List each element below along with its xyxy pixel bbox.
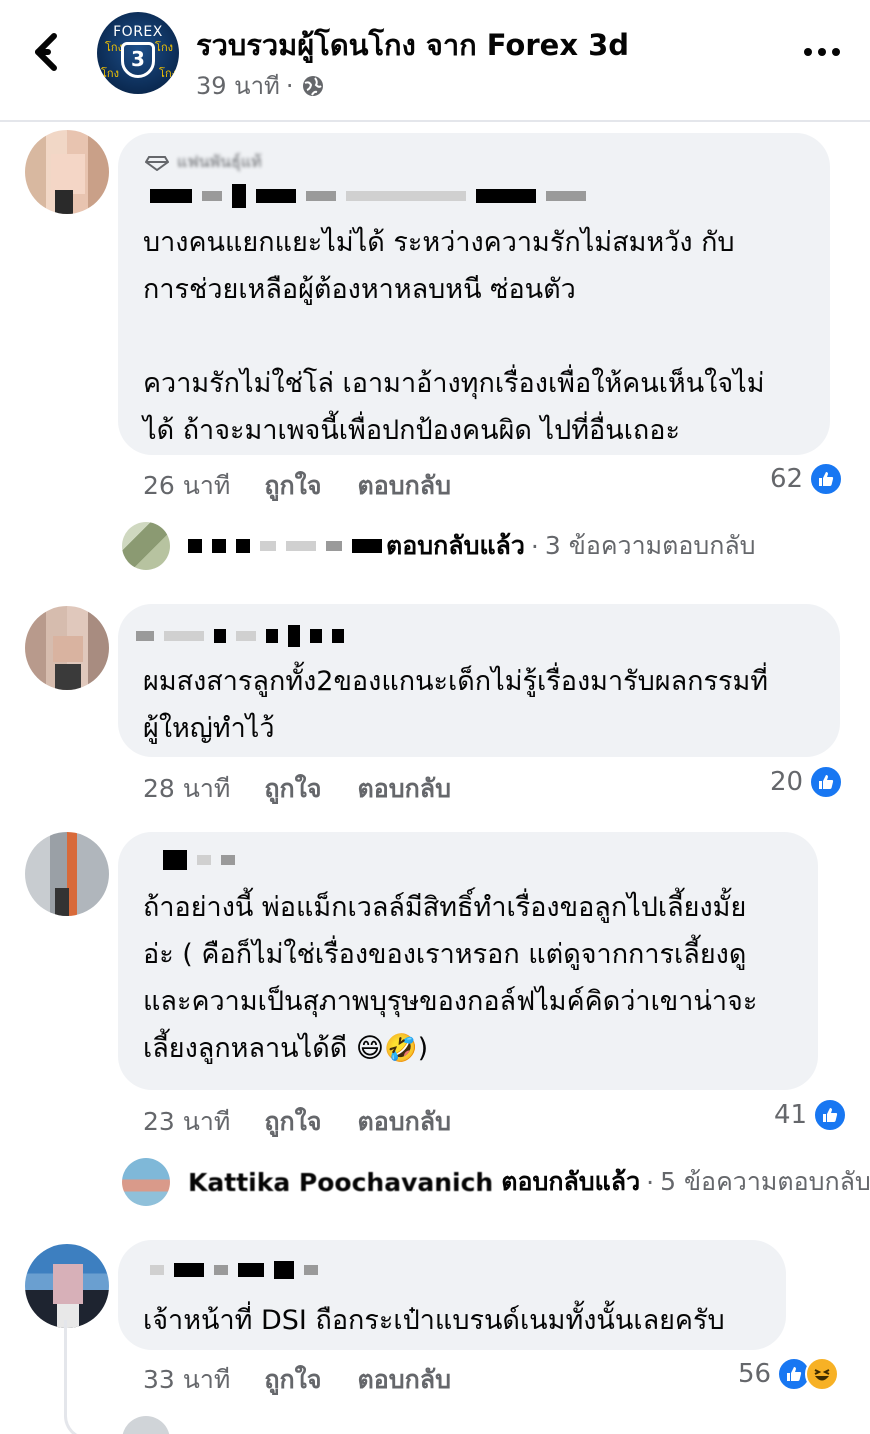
replier-avatar [122, 522, 170, 570]
post-time[interactable]: 39 นาที [196, 66, 280, 105]
reaction-summary[interactable]: 20 [770, 765, 844, 799]
commenter-name-redacted[interactable] [150, 1261, 318, 1279]
comment-time[interactable]: 28 นาที [143, 769, 230, 809]
avatar-tag: โกง [159, 67, 177, 80]
like-button[interactable]: ถูกใจ [264, 466, 321, 506]
reaction-summary[interactable]: 41 [774, 1098, 848, 1132]
separator: · [646, 1167, 655, 1197]
more-icon[interactable] [800, 38, 844, 64]
comment-text: ผมสงสารลูกทั้ง2ของแกนะเด็กไม่รู้เรื่องมา… [143, 666, 769, 744]
commenter-name-redacted[interactable] [136, 625, 344, 647]
comment-text: เจ้าหน้าที่ DSI ถือกระเป๋าแบรนด์เนมทั้งน… [143, 1305, 725, 1336]
post-header: FOREX โกง โกง โกง โกง 3 รวบรวมผู้โดนโกง … [0, 0, 870, 122]
comment-time[interactable]: 33 นาที [143, 1360, 230, 1400]
like-button[interactable]: ถูกใจ [264, 1360, 321, 1400]
comment-text: บางคนแยกแยะไม่ได้ ระหว่างความรักไม่สมหวั… [143, 227, 765, 446]
commenter-avatar[interactable] [25, 130, 109, 214]
commenter-avatar[interactable] [25, 606, 109, 690]
reply-button[interactable]: ตอบกลับ [358, 769, 451, 809]
comment-time[interactable]: 26 นาที [143, 466, 230, 506]
comment-actions: 33 นาที ถูกใจ ตอบกลับ [143, 1360, 487, 1400]
reply-button[interactable]: ตอบกลับ [358, 1102, 451, 1142]
meta-separator: · [285, 71, 294, 100]
reply-button[interactable]: ตอบกลับ [358, 466, 451, 506]
back-arrow-icon[interactable] [30, 30, 66, 74]
reaction-count: 62 [770, 464, 804, 494]
post-meta: 39 นาที · [196, 66, 326, 105]
like-button[interactable]: ถูกใจ [264, 769, 321, 809]
reply-thread-connector [64, 1320, 114, 1434]
reaction-count: 56 [738, 1359, 772, 1389]
like-icon [813, 1098, 848, 1132]
replier-name[interactable]: Kattika Poochavanich [188, 1168, 493, 1197]
reaction-count: 41 [774, 1100, 808, 1130]
reply-count: 5 ข้อความตอบกลับ [660, 1167, 870, 1196]
like-button[interactable]: ถูกใจ [264, 1102, 321, 1142]
replied-label: ตอบกลับแล้ว [386, 531, 525, 560]
replier-avatar [122, 1158, 170, 1206]
view-replies-link[interactable]: ตอบกลับแล้ว · 3 ข้อความตอบกลับ [122, 522, 756, 570]
reaction-summary[interactable]: 56 [738, 1357, 840, 1391]
replied-label: ตอบกลับแล้ว [501, 1167, 641, 1196]
top-fan-badge: แฟนพันธุ์แท้ [145, 150, 262, 175]
like-icon [809, 462, 844, 496]
separator: · [530, 531, 539, 561]
haha-icon [805, 1357, 840, 1391]
comment-actions: 26 นาที ถูกใจ ตอบกลับ [143, 466, 487, 506]
shield-icon: 3 [121, 42, 155, 78]
replier-name-redacted [188, 538, 382, 554]
page-title[interactable]: รวบรวมผู้โดนโกง จาก Forex 3d [196, 22, 629, 68]
reaction-count: 20 [770, 767, 804, 797]
globe-icon [302, 75, 323, 96]
diamond-icon [145, 155, 169, 171]
view-replies-link[interactable]: Kattika Poochavanich ตอบกลับแล้ว · 5 ข้อ… [122, 1158, 870, 1206]
comment-actions: 23 นาที ถูกใจ ตอบกลับ [143, 1102, 487, 1142]
page-avatar[interactable]: FOREX โกง โกง โกง โกง 3 [97, 12, 179, 94]
reply-button[interactable]: ตอบกลับ [358, 1360, 451, 1400]
like-icon [809, 765, 844, 799]
next-reply-avatar[interactable] [122, 1416, 170, 1434]
top-fan-label: แฟนพันธุ์แท้ [177, 152, 262, 171]
reaction-summary[interactable]: 62 [770, 462, 844, 496]
comment-actions: 28 นาที ถูกใจ ตอบกลับ [143, 769, 487, 809]
comment-text: ถ้าอย่างนี้ พ่อแม็กเวลล์มีสิทธิ์ทำเรื่อง… [143, 892, 758, 1064]
commenter-avatar[interactable] [25, 832, 109, 916]
avatar-tag: โกง [155, 41, 173, 54]
commenter-name-redacted[interactable] [150, 184, 586, 208]
comment-time[interactable]: 23 นาที [143, 1102, 230, 1142]
avatar-tag: โกง [101, 67, 119, 80]
reply-count: 3 ข้อความตอบกลับ [544, 531, 756, 560]
commenter-avatar[interactable] [25, 1244, 109, 1328]
commenter-name-redacted[interactable] [163, 850, 235, 870]
